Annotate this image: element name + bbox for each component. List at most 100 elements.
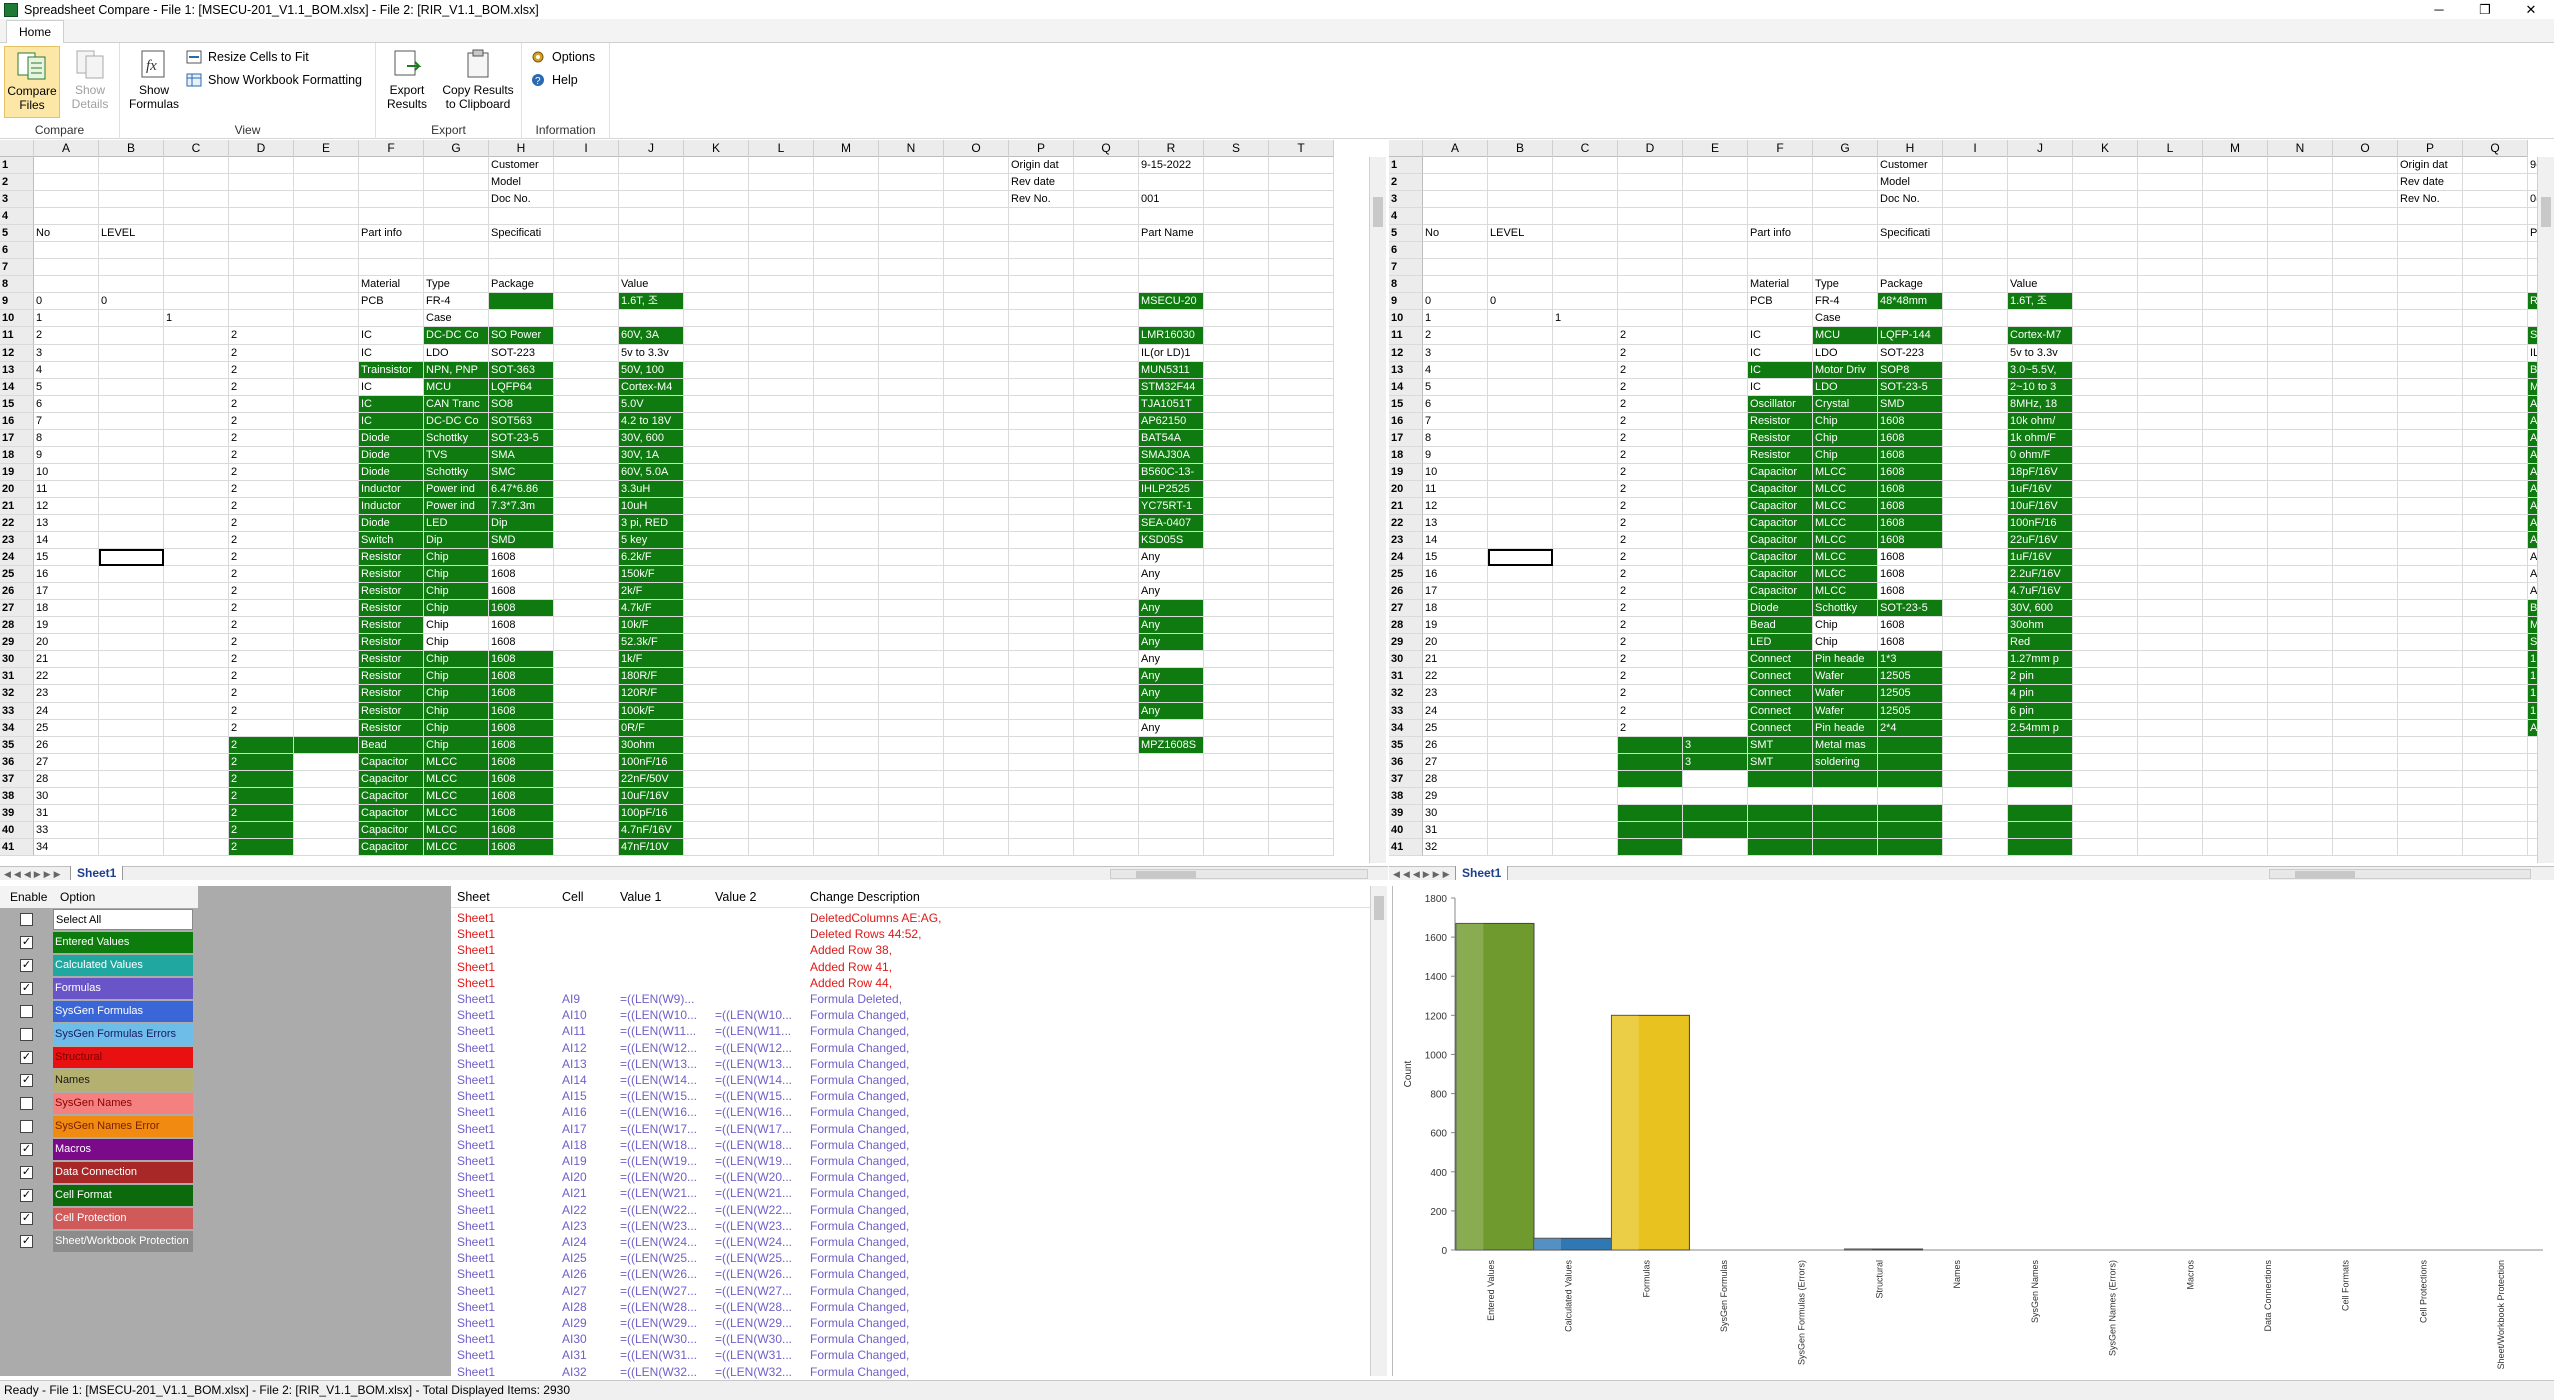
change-row[interactable]: Sheet1 AI12 =((LEN(W12... =((LEN(W12... Form… bbox=[451, 1040, 1054, 1056]
left-cell[interactable] bbox=[749, 617, 814, 635]
left-cell[interactable] bbox=[944, 378, 1009, 396]
right-cell[interactable] bbox=[2138, 753, 2203, 771]
right-cell[interactable] bbox=[2138, 617, 2203, 635]
left-cell[interactable]: 1608 bbox=[489, 549, 554, 567]
right-cell[interactable]: 11 bbox=[1423, 480, 1488, 498]
right-cell[interactable] bbox=[1748, 157, 1813, 175]
right-cell[interactable] bbox=[1553, 208, 1618, 226]
right-cell[interactable] bbox=[2463, 583, 2528, 601]
right-col-header-B[interactable]: B bbox=[1488, 140, 1553, 157]
copy-results-button[interactable]: Copy Results to Clipboard bbox=[438, 46, 518, 118]
right-cell[interactable] bbox=[1683, 514, 1748, 533]
left-cell[interactable]: 2 bbox=[229, 651, 294, 669]
left-cell[interactable] bbox=[1204, 225, 1269, 243]
left-cell[interactable] bbox=[164, 174, 229, 192]
left-cell[interactable] bbox=[294, 583, 359, 601]
right-cell[interactable]: Capacitor bbox=[1748, 480, 1813, 498]
change-row[interactable]: Sheet1 AI16 =((LEN(W16... =((LEN(W16... Form… bbox=[451, 1104, 1054, 1120]
left-cell[interactable] bbox=[814, 191, 879, 209]
left-cell[interactable] bbox=[554, 412, 619, 430]
right-cell[interactable] bbox=[2268, 549, 2333, 567]
right-cell[interactable] bbox=[2138, 651, 2203, 669]
left-cell[interactable] bbox=[814, 753, 879, 771]
right-cell[interactable] bbox=[2398, 583, 2463, 601]
right-cell[interactable] bbox=[2008, 787, 2073, 805]
left-cell[interactable] bbox=[99, 804, 164, 822]
right-cell[interactable] bbox=[1618, 191, 1683, 209]
right-row-header[interactable]: 7 bbox=[1389, 259, 1423, 277]
right-cell[interactable] bbox=[2203, 838, 2268, 856]
right-cell[interactable] bbox=[1683, 617, 1748, 635]
left-cell[interactable]: Resistor bbox=[359, 617, 424, 635]
left-cell[interactable]: 2 bbox=[229, 532, 294, 550]
right-row-header[interactable]: 27 bbox=[1389, 600, 1423, 618]
change-row[interactable]: Sheet1 AI31 =((LEN(W31... =((LEN(W31... Form… bbox=[451, 1347, 1054, 1363]
left-cell[interactable] bbox=[619, 208, 684, 226]
right-cell[interactable]: Motor Driv bbox=[1813, 361, 1878, 379]
left-cell[interactable] bbox=[1074, 532, 1139, 550]
left-cell[interactable] bbox=[684, 702, 749, 720]
left-cell[interactable] bbox=[684, 310, 749, 328]
right-col-header-P[interactable]: P bbox=[2398, 140, 2463, 157]
left-cell[interactable] bbox=[1269, 225, 1334, 243]
left-cell[interactable]: LQFP64 bbox=[489, 378, 554, 396]
right-cell[interactable]: 9 bbox=[1423, 446, 1488, 464]
left-cell[interactable]: IHLP2525 bbox=[1139, 480, 1204, 498]
right-cell[interactable] bbox=[1488, 617, 1553, 635]
right-cell[interactable] bbox=[1943, 174, 2008, 192]
left-cell[interactable] bbox=[1269, 208, 1334, 226]
left-cell[interactable] bbox=[164, 327, 229, 345]
right-cell[interactable] bbox=[2333, 838, 2398, 856]
left-cell[interactable] bbox=[99, 344, 164, 362]
right-cell[interactable] bbox=[1878, 753, 1943, 771]
left-cell[interactable] bbox=[944, 293, 1009, 311]
left-cell[interactable]: 10k/F bbox=[619, 617, 684, 635]
right-cell[interactable] bbox=[2463, 446, 2528, 464]
right-cell[interactable] bbox=[2463, 463, 2528, 481]
left-cell[interactable] bbox=[944, 412, 1009, 430]
right-cell[interactable] bbox=[2008, 736, 2073, 754]
left-cell[interactable]: 34 bbox=[34, 838, 99, 856]
left-cell[interactable]: MSECU-20 bbox=[1139, 293, 1204, 311]
left-cell[interactable]: 2 bbox=[229, 600, 294, 618]
right-cell[interactable] bbox=[1943, 327, 2008, 345]
left-cell[interactable] bbox=[424, 174, 489, 192]
left-cell[interactable] bbox=[1269, 395, 1334, 413]
left-cell[interactable] bbox=[1269, 702, 1334, 720]
right-cell[interactable]: 12 bbox=[1423, 497, 1488, 515]
left-cell[interactable]: 47nF/10V bbox=[619, 838, 684, 856]
left-cell[interactable] bbox=[99, 259, 164, 277]
right-cell[interactable] bbox=[1553, 497, 1618, 515]
left-cell[interactable] bbox=[749, 276, 814, 294]
right-cell[interactable] bbox=[2333, 157, 2398, 175]
right-cell[interactable]: LQFP-144 bbox=[1878, 327, 1943, 345]
left-cell[interactable] bbox=[164, 276, 229, 294]
left-cell[interactable] bbox=[359, 242, 424, 260]
right-cell[interactable]: IC bbox=[1748, 344, 1813, 362]
right-cell[interactable] bbox=[2203, 310, 2268, 328]
left-cell[interactable]: Chip bbox=[424, 736, 489, 754]
right-row-header[interactable]: 22 bbox=[1389, 514, 1423, 533]
right-cell[interactable] bbox=[2138, 600, 2203, 618]
option-checkbox[interactable] bbox=[20, 1028, 33, 1041]
left-cell[interactable] bbox=[164, 361, 229, 379]
left-cell[interactable] bbox=[554, 174, 619, 192]
left-cell[interactable]: 2 bbox=[229, 719, 294, 737]
left-col-header-O[interactable]: O bbox=[944, 140, 1009, 157]
left-cell[interactable] bbox=[814, 549, 879, 567]
right-cell[interactable] bbox=[1813, 242, 1878, 260]
right-cell[interactable] bbox=[2333, 208, 2398, 226]
left-cell[interactable] bbox=[294, 838, 359, 856]
right-cell[interactable] bbox=[1943, 583, 2008, 601]
left-cell[interactable] bbox=[294, 378, 359, 396]
left-cell[interactable] bbox=[1269, 378, 1334, 396]
left-cell[interactable] bbox=[944, 583, 1009, 601]
left-cell[interactable]: Model bbox=[489, 174, 554, 192]
right-cell[interactable]: 2 bbox=[1618, 463, 1683, 481]
left-cell[interactable] bbox=[814, 736, 879, 754]
left-cell[interactable] bbox=[1074, 497, 1139, 515]
left-cell[interactable] bbox=[164, 259, 229, 277]
option-checkbox[interactable] bbox=[20, 1120, 33, 1133]
right-cell[interactable] bbox=[1553, 634, 1618, 652]
left-cell[interactable] bbox=[424, 259, 489, 277]
